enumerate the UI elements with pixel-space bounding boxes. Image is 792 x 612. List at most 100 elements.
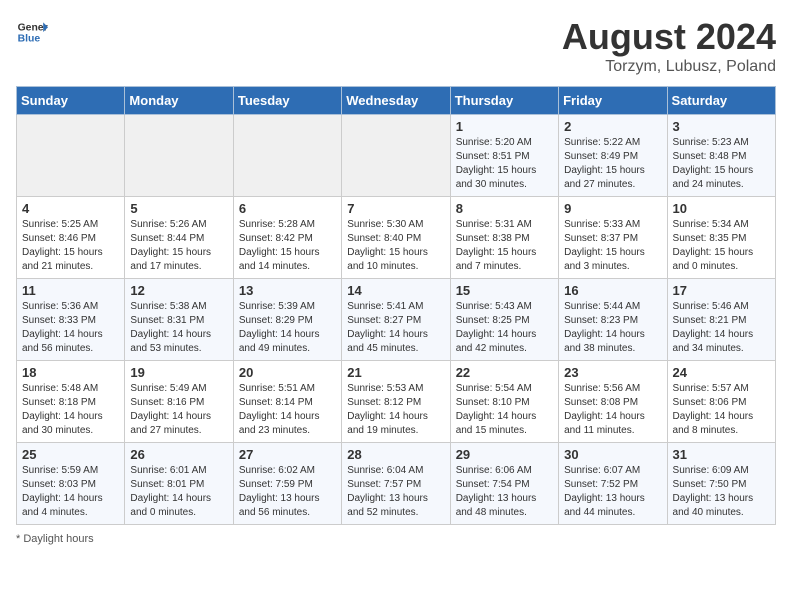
day-info: Sunrise: 5:36 AM Sunset: 8:33 PM Dayligh… (22, 300, 119, 356)
day-number: 25 (22, 447, 119, 462)
day-info: Sunrise: 5:39 AM Sunset: 8:29 PM Dayligh… (239, 300, 336, 356)
calendar-cell: 13 Sunrise: 5:39 AM Sunset: 8:29 PM Dayli… (233, 279, 341, 361)
day-number: 4 (22, 201, 119, 216)
calendar-cell: 15Sunrise: 5:43 AM Sunset: 8:25 PM Dayli… (450, 279, 558, 361)
calendar-cell: 29 Sunrise: 6:06 AM Sunset: 7:54 PM Dayli… (450, 443, 558, 525)
day-number: 22 (456, 365, 553, 380)
calendar-cell: 19 Sunrise: 5:49 AM Sunset: 8:16 PM Dayli… (125, 361, 233, 443)
day-info: Sunrise: 5:46 AM Sunset: 8:21 PM Dayligh… (673, 300, 770, 356)
day-number: 16 (564, 283, 661, 298)
day-info: Sunrise: 6:04 AM Sunset: 7:57 PM Dayligh… (347, 464, 444, 520)
day-info: Sunrise: 5:30 AM Sunset: 8:40 PM Dayligh… (347, 218, 444, 274)
weekday-header: Sunday (17, 87, 125, 115)
page-header: General Blue General Blue August 2024 To… (16, 16, 776, 76)
footer-note-text: Daylight hours (23, 533, 93, 545)
weekday-header: Wednesday (342, 87, 450, 115)
day-number: 29 (456, 447, 553, 462)
day-number: 11 (22, 283, 119, 298)
day-info: Sunrise: 5:33 AM Sunset: 8:37 PM Dayligh… (564, 218, 661, 274)
day-number: 8 (456, 201, 553, 216)
calendar-header: SundayMondayTuesdayWednesdayThursdayFrid… (17, 87, 776, 115)
day-number: 3 (673, 119, 770, 134)
calendar-cell: 3 Sunrise: 5:23 AM Sunset: 8:48 PM Daylig… (667, 115, 775, 197)
day-info: Sunrise: 5:28 AM Sunset: 8:42 PM Dayligh… (239, 218, 336, 274)
weekday-header: Saturday (667, 87, 775, 115)
day-number: 19 (130, 365, 227, 380)
calendar-week-row: 4 Sunrise: 5:25 AM Sunset: 8:46 PM Daylig… (17, 197, 776, 279)
day-info: Sunrise: 5:23 AM Sunset: 8:48 PM Dayligh… (673, 136, 770, 192)
weekday-header: Tuesday (233, 87, 341, 115)
day-number: 2 (564, 119, 661, 134)
calendar-cell: 27Sunrise: 6:02 AM Sunset: 7:59 PM Dayli… (233, 443, 341, 525)
month-year: August 2024 (562, 16, 776, 58)
day-info: Sunrise: 5:51 AM Sunset: 8:14 PM Dayligh… (239, 382, 336, 438)
day-info: Sunrise: 5:31 AM Sunset: 8:38 PM Dayligh… (456, 218, 553, 274)
calendar-week-row: 18 Sunrise: 5:48 AM Sunset: 8:18 PM Dayli… (17, 361, 776, 443)
calendar-cell (342, 115, 450, 197)
calendar-cell (17, 115, 125, 197)
day-number: 9 (564, 201, 661, 216)
calendar-cell: 14 Sunrise: 5:41 AM Sunset: 8:27 PM Dayli… (342, 279, 450, 361)
day-number: 15 (456, 283, 553, 298)
title-block: August 2024 Torzym, Lubusz, Poland (562, 16, 776, 76)
day-info: Sunrise: 5:54 AM Sunset: 8:10 PM Dayligh… (456, 382, 553, 438)
logo: General Blue General Blue (16, 16, 48, 48)
calendar-cell: 20 Sunrise: 5:51 AM Sunset: 8:14 PM Dayli… (233, 361, 341, 443)
day-info: Sunrise: 5:48 AM Sunset: 8:18 PM Dayligh… (22, 382, 119, 438)
day-number: 20 (239, 365, 336, 380)
day-number: 12 (130, 283, 227, 298)
day-info: Sunrise: 6:01 AM Sunset: 8:01 PM Dayligh… (130, 464, 227, 520)
calendar-cell: 9 Sunrise: 5:33 AM Sunset: 8:37 PM Daylig… (559, 197, 667, 279)
day-number: 7 (347, 201, 444, 216)
day-number: 28 (347, 447, 444, 462)
calendar-cell: 2 Sunrise: 5:22 AM Sunset: 8:49 PM Daylig… (559, 115, 667, 197)
calendar-cell: 16 Sunrise: 5:44 AM Sunset: 8:23 PM Dayli… (559, 279, 667, 361)
day-info: Sunrise: 5:56 AM Sunset: 8:08 PM Dayligh… (564, 382, 661, 438)
weekday-header: Friday (559, 87, 667, 115)
svg-text:Blue: Blue (18, 34, 41, 45)
day-info: Sunrise: 5:59 AM Sunset: 8:03 PM Dayligh… (22, 464, 119, 520)
calendar-cell: 7 Sunrise: 5:30 AM Sunset: 8:40 PM Daylig… (342, 197, 450, 279)
calendar-cell (125, 115, 233, 197)
calendar-cell (233, 115, 341, 197)
calendar-cell: 12Sunrise: 5:38 AM Sunset: 8:31 PM Dayli… (125, 279, 233, 361)
logo-icon: General Blue (16, 16, 48, 48)
day-info: Sunrise: 6:06 AM Sunset: 7:54 PM Dayligh… (456, 464, 553, 520)
calendar-cell: 5Sunrise: 5:26 AM Sunset: 8:44 PM Daylig… (125, 197, 233, 279)
day-info: Sunrise: 5:22 AM Sunset: 8:49 PM Dayligh… (564, 136, 661, 192)
day-number: 14 (347, 283, 444, 298)
calendar-cell: 4 Sunrise: 5:25 AM Sunset: 8:46 PM Daylig… (17, 197, 125, 279)
calendar-cell: 11 Sunrise: 5:36 AM Sunset: 8:33 PM Dayli… (17, 279, 125, 361)
day-info: Sunrise: 5:57 AM Sunset: 8:06 PM Dayligh… (673, 382, 770, 438)
day-info: Sunrise: 6:02 AM Sunset: 7:59 PM Dayligh… (239, 464, 336, 520)
day-number: 21 (347, 365, 444, 380)
calendar-cell: 28 Sunrise: 6:04 AM Sunset: 7:57 PM Dayli… (342, 443, 450, 525)
calendar-cell: 6Sunrise: 5:28 AM Sunset: 8:42 PM Daylig… (233, 197, 341, 279)
weekday-header: Monday (125, 87, 233, 115)
calendar-cell: 24Sunrise: 5:57 AM Sunset: 8:06 PM Dayli… (667, 361, 775, 443)
calendar-cell: 30Sunrise: 6:07 AM Sunset: 7:52 PM Dayli… (559, 443, 667, 525)
day-number: 31 (673, 447, 770, 462)
calendar-body: 1Sunrise: 5:20 AM Sunset: 8:51 PM Daylig… (17, 115, 776, 525)
day-number: 23 (564, 365, 661, 380)
day-info: Sunrise: 5:34 AM Sunset: 8:35 PM Dayligh… (673, 218, 770, 274)
calendar-cell: 1Sunrise: 5:20 AM Sunset: 8:51 PM Daylig… (450, 115, 558, 197)
day-number: 1 (456, 119, 553, 134)
weekday-row: SundayMondayTuesdayWednesdayThursdayFrid… (17, 87, 776, 115)
calendar-cell: 26Sunrise: 6:01 AM Sunset: 8:01 PM Dayli… (125, 443, 233, 525)
footer-note: * Daylight hours (16, 533, 776, 545)
day-info: Sunrise: 5:41 AM Sunset: 8:27 PM Dayligh… (347, 300, 444, 356)
day-info: Sunrise: 5:53 AM Sunset: 8:12 PM Dayligh… (347, 382, 444, 438)
day-info: Sunrise: 6:07 AM Sunset: 7:52 PM Dayligh… (564, 464, 661, 520)
day-number: 17 (673, 283, 770, 298)
day-info: Sunrise: 5:44 AM Sunset: 8:23 PM Dayligh… (564, 300, 661, 356)
calendar-cell: 10Sunrise: 5:34 AM Sunset: 8:35 PM Dayli… (667, 197, 775, 279)
calendar-cell: 17 Sunrise: 5:46 AM Sunset: 8:21 PM Dayli… (667, 279, 775, 361)
day-info: Sunrise: 5:25 AM Sunset: 8:46 PM Dayligh… (22, 218, 119, 274)
calendar-cell: 23 Sunrise: 5:56 AM Sunset: 8:08 PM Dayli… (559, 361, 667, 443)
day-info: Sunrise: 5:49 AM Sunset: 8:16 PM Dayligh… (130, 382, 227, 438)
day-number: 18 (22, 365, 119, 380)
calendar-cell: 8 Sunrise: 5:31 AM Sunset: 8:38 PM Daylig… (450, 197, 558, 279)
day-number: 13 (239, 283, 336, 298)
day-number: 5 (130, 201, 227, 216)
